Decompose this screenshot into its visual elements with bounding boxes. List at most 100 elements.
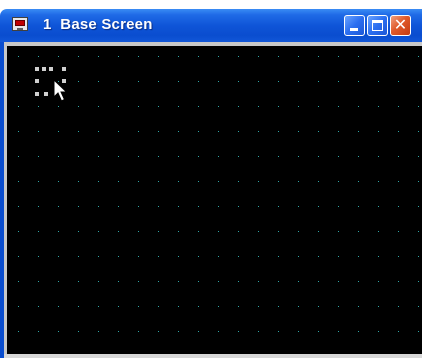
grid-dot [138, 256, 139, 257]
selection-handle-bottom-mid[interactable] [44, 92, 48, 96]
screen-icon-stand [17, 28, 23, 30]
window-number: 1 [43, 16, 52, 33]
screen-icon[interactable] [12, 17, 28, 31]
grid-dot [78, 331, 79, 332]
grid-dot [38, 206, 39, 207]
grid-dot [118, 306, 119, 307]
grid-dot [218, 306, 219, 307]
grid-dot [338, 156, 339, 157]
grid-dot [418, 256, 419, 257]
selection-handle-bottom-left[interactable] [35, 92, 39, 96]
grid-dot [398, 131, 399, 132]
grid-dot [278, 181, 279, 182]
grid-dot [118, 156, 119, 157]
grid-dot [338, 131, 339, 132]
selection-handle-middle-left[interactable] [35, 79, 39, 83]
grid-dot [278, 106, 279, 107]
arrow-cursor-icon [53, 79, 68, 102]
grid-dot [38, 256, 39, 257]
grid-dot [358, 306, 359, 307]
grid-dot [118, 281, 119, 282]
grid-dot [258, 281, 259, 282]
grid-dot [38, 156, 39, 157]
grid-dot [158, 156, 159, 157]
grid-dot [78, 206, 79, 207]
close-button[interactable]: ✕ [390, 15, 411, 36]
grid-dot [138, 131, 139, 132]
grid-dot [318, 181, 319, 182]
grid-dot [398, 256, 399, 257]
grid-dot [158, 281, 159, 282]
grid-dot [218, 256, 219, 257]
window-title: 1 Base Screen [43, 16, 153, 33]
grid-dot [198, 256, 199, 257]
grid-dot [398, 106, 399, 107]
grid-dot [118, 331, 119, 332]
grid-dot [98, 281, 99, 282]
grid-dot [338, 81, 339, 82]
grid-dot [398, 56, 399, 57]
grid-dot [78, 256, 79, 257]
grid-dot [38, 131, 39, 132]
maximize-button[interactable] [367, 15, 388, 36]
grid-dot [278, 306, 279, 307]
grid-dot [78, 56, 79, 57]
grid-dot [58, 231, 59, 232]
grid-dot [178, 106, 179, 107]
grid-dot [358, 331, 359, 332]
grid-dot [238, 281, 239, 282]
selection-handle-top-left[interactable] [35, 67, 39, 71]
grid-dot [98, 156, 99, 157]
grid-dot [338, 206, 339, 207]
grid-dot [98, 131, 99, 132]
selection-handle-top-mid[interactable] [49, 67, 53, 71]
design-canvas[interactable] [7, 46, 422, 354]
selection-handle-top-right[interactable] [62, 67, 66, 71]
grid-dot [78, 306, 79, 307]
grid-dot [278, 131, 279, 132]
grid-dot [58, 206, 59, 207]
grid-dot [218, 181, 219, 182]
grid-dot [218, 206, 219, 207]
grid-dot [298, 156, 299, 157]
grid-dot [198, 131, 199, 132]
grid-dot [118, 231, 119, 232]
grid-dot [58, 331, 59, 332]
grid-dot [98, 81, 99, 82]
grid-dot [398, 306, 399, 307]
grid-dot [118, 56, 119, 57]
grid-dot [238, 56, 239, 57]
grid-dot [58, 131, 59, 132]
grid-dot [218, 56, 219, 57]
grid-dot [418, 331, 419, 332]
grid-dot [138, 331, 139, 332]
grid-dot [378, 281, 379, 282]
grid-dot [258, 56, 259, 57]
grid-dot [218, 156, 219, 157]
grid-dot [398, 181, 399, 182]
grid-dot [298, 281, 299, 282]
grid-dot [238, 256, 239, 257]
grid-dot [198, 56, 199, 57]
grid-dot [318, 131, 319, 132]
grid-dot [18, 56, 19, 57]
title-bar[interactable]: 1 Base Screen ✕ [0, 9, 422, 42]
grid-dot [258, 256, 259, 257]
grid-dot [398, 281, 399, 282]
grid-dot [258, 106, 259, 107]
grid-dot [198, 156, 199, 157]
grid-dot [418, 306, 419, 307]
minimize-button[interactable] [344, 15, 365, 36]
grid-dot [38, 106, 39, 107]
grid-dot [358, 131, 359, 132]
screen-icon-display [15, 20, 25, 26]
grid-dot [98, 331, 99, 332]
selection-handle-top-left-mid[interactable] [42, 67, 46, 71]
grid-dot [18, 81, 19, 82]
grid-dot [358, 281, 359, 282]
grid-dot [198, 181, 199, 182]
grid-dot [58, 106, 59, 107]
grid-dot [18, 256, 19, 257]
grid-dot [158, 106, 159, 107]
base-screen-window: 1 Base Screen ✕ [0, 0, 422, 358]
